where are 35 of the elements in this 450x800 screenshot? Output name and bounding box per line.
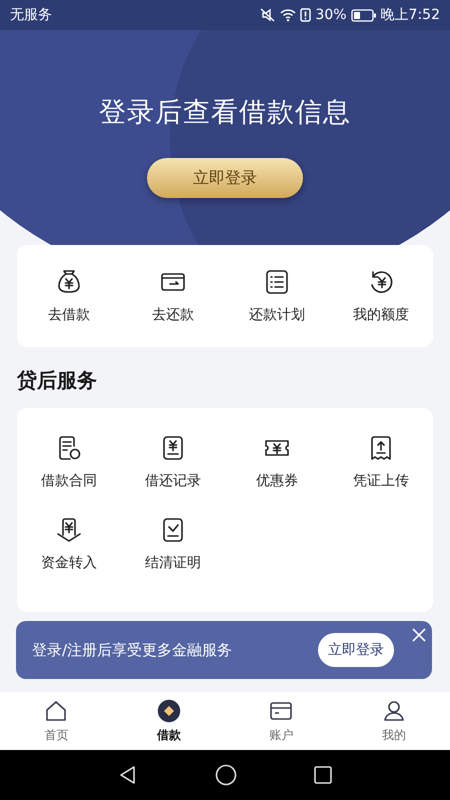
menu-item[interactable]: 结清证明: [121, 516, 225, 572]
money-bag-icon: [55, 268, 83, 296]
menu-item[interactable]: 我的额度: [329, 268, 433, 324]
clock-text: 晚上7:52: [380, 6, 440, 24]
login-button[interactable]: 立即登录: [318, 633, 394, 667]
list-icon: [263, 268, 291, 296]
close-icon[interactable]: [412, 628, 426, 642]
battery-text: 30%: [315, 7, 347, 23]
login-button[interactable]: 立即登录: [147, 158, 303, 198]
wifi-icon: [280, 8, 296, 22]
menu-item[interactable]: 资金转入: [17, 516, 121, 572]
home-icon[interactable]: [214, 764, 237, 786]
tab[interactable]: 账户: [225, 692, 338, 750]
mute-icon: [260, 8, 276, 22]
sim-alert-icon: [300, 8, 312, 22]
promo-text: 登录/注册后享受更多金融服务: [32, 640, 234, 660]
menu-item[interactable]: 借还记录: [121, 434, 225, 490]
menu-item[interactable]: 还款计划: [225, 268, 329, 324]
recents-icon[interactable]: [314, 766, 332, 784]
home-icon: [44, 698, 68, 722]
menu-item[interactable]: 优惠券: [225, 434, 329, 490]
menu-item[interactable]: 去还款: [121, 268, 225, 324]
transfer-in-icon: [55, 516, 83, 544]
hero-title: 登录后查看借款信息: [99, 96, 351, 130]
carrier-text: 无服务: [10, 6, 52, 24]
battery-icon: [350, 8, 377, 22]
person-icon: [382, 698, 406, 722]
section-title: 贷后服务: [17, 367, 98, 394]
menu-item[interactable]: 借款合同: [17, 434, 121, 490]
tab[interactable]: 借款: [112, 692, 225, 750]
tab[interactable]: 首页: [0, 692, 112, 750]
tab[interactable]: 我的: [338, 692, 450, 750]
diamond-coin-icon: [156, 698, 181, 722]
menu-item[interactable]: 凭证上传: [329, 434, 433, 490]
menu-item[interactable]: 去借款: [17, 268, 121, 324]
